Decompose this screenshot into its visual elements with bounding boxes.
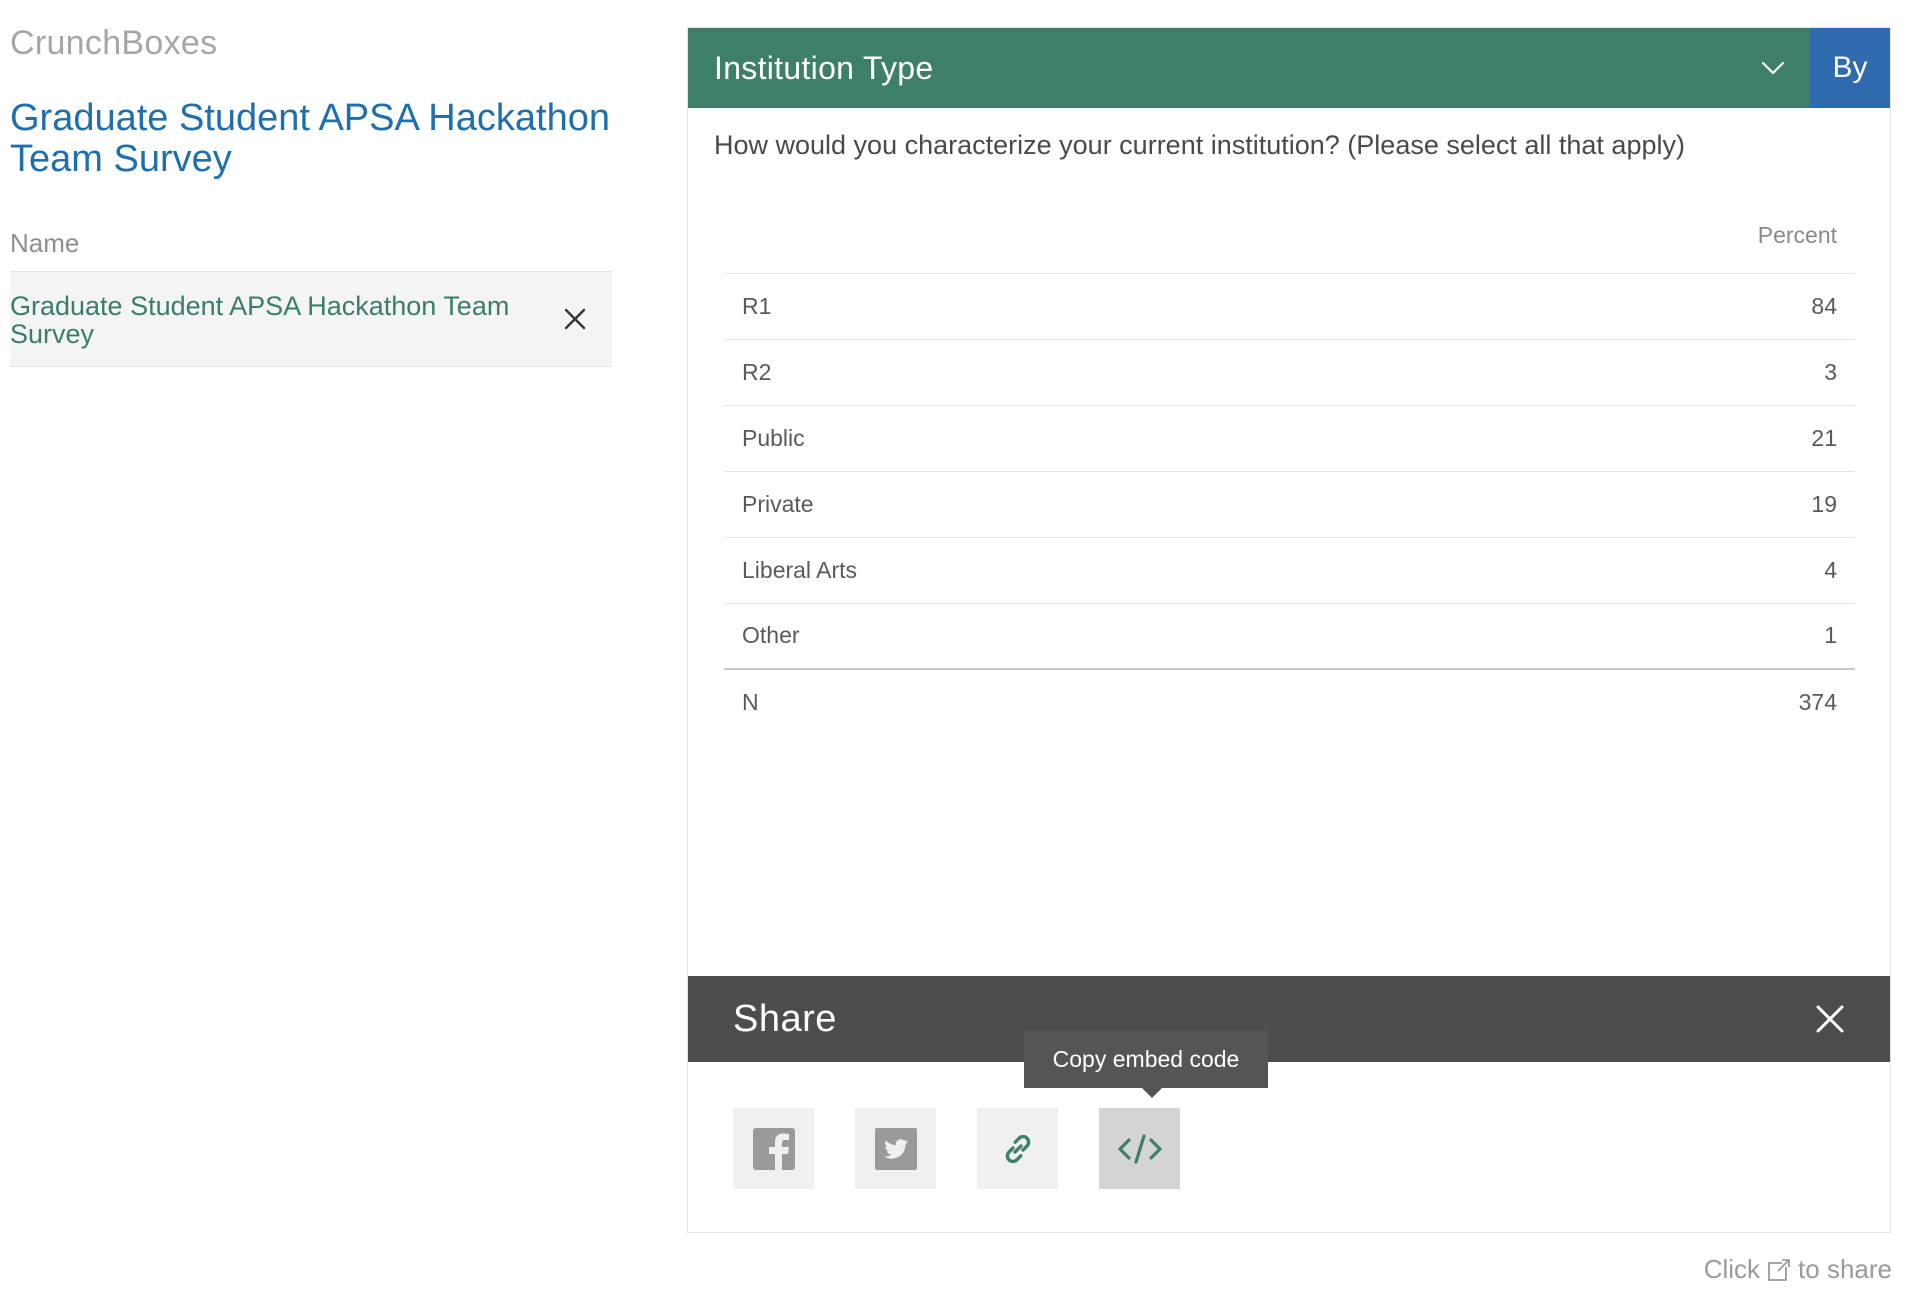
row-value: 4 [1377,536,1855,603]
share-twitter-button[interactable] [855,1108,936,1189]
table-row: R1 84 [724,272,1855,339]
share-title: Share [733,998,837,1040]
table-row: Other 1 [724,602,1855,669]
chevron-down-icon[interactable] [1756,54,1790,82]
row-label: R2 [724,338,1378,405]
row-label: R1 [724,272,1378,339]
link-icon [1005,1134,1030,1163]
row-value: 21 [1377,404,1855,471]
question-text: How would you characterize your current … [714,130,1685,160]
share-embed-button[interactable] [1099,1108,1180,1189]
row-value: 3 [1377,338,1855,405]
brand-name: CrunchBoxes [10,24,218,62]
result-card: Institution Type By How would you charac… [687,27,1891,1233]
selected-survey-item[interactable]: Graduate Student APSA Hackathon Team Sur… [10,271,612,367]
close-icon[interactable] [1815,1004,1845,1034]
results-table: Percent R1 84 R2 3 Public 21 Private 19 … [724,198,1855,735]
table-row: Public 21 [724,404,1855,471]
embed-code-icon [1117,1133,1162,1164]
row-label: Other [724,602,1378,669]
row-label: Public [724,404,1378,471]
row-label: Private [724,470,1378,537]
n-row: N 374 [724,668,1855,735]
share-link-button[interactable] [977,1108,1058,1189]
twitter-icon [874,1127,917,1170]
name-field-label: Name [10,228,80,258]
row-value: 84 [1377,272,1855,339]
close-icon[interactable] [562,306,588,332]
variable-title: Institution Type [714,50,934,86]
table-row: Private 19 [724,470,1855,537]
row-value: 19 [1377,470,1855,537]
n-value: 374 [1377,668,1855,735]
survey-title[interactable]: Graduate Student APSA Hackathon Team Sur… [10,98,624,180]
row-label: Liberal Arts [724,536,1378,603]
column-header-percent: Percent [1757,221,1837,248]
share-facebook-button[interactable] [733,1108,814,1189]
card-header: Institution Type By [688,28,1890,108]
n-label: N [724,668,1378,735]
by-button[interactable]: By [1810,28,1890,108]
table-row: R2 3 [724,338,1855,405]
share-hint-suffix: to share [1798,1254,1892,1284]
tooltip: Copy embed code [1024,1030,1268,1088]
share-hint-prefix: Click [1703,1254,1761,1284]
share-bar: Share [688,976,1890,1062]
row-value: 1 [1377,602,1855,669]
table-row: Liberal Arts 4 [724,536,1855,603]
share-hint: Click to share [1704,1254,1892,1285]
tooltip-arrow [1142,1088,1162,1098]
selected-survey-label: Graduate Student APSA Hackathon Team Sur… [10,291,510,349]
external-share-icon[interactable] [1766,1257,1792,1283]
facebook-icon [752,1127,795,1170]
